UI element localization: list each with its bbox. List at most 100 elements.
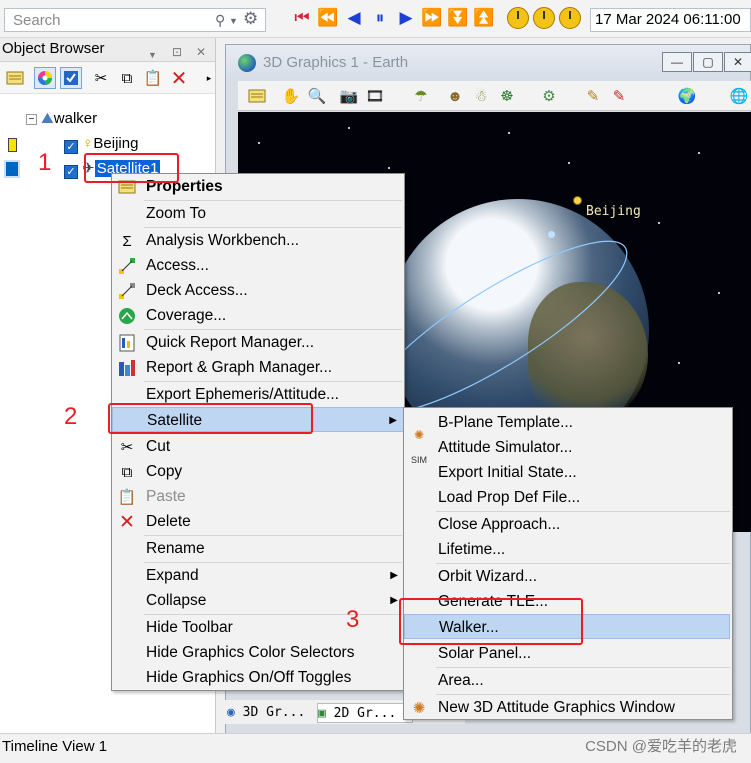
menu-label: Deck Access...: [146, 282, 248, 299]
play-icon[interactable]: ▶: [396, 7, 416, 29]
pan-hand-icon[interactable]: ✋: [280, 85, 302, 107]
menu-item-hide-toolbar[interactable]: Hide Toolbar: [112, 615, 404, 640]
decrease-step-icon[interactable]: ⏬: [447, 7, 468, 29]
increase-step-icon[interactable]: ⏫: [473, 7, 494, 29]
view-from-icon[interactable]: ☂: [410, 85, 432, 107]
annotate-icon[interactable]: ✎: [608, 85, 630, 107]
xrealtime-clock-icon[interactable]: [559, 7, 581, 29]
menu-item-hide-color-selectors[interactable]: Hide Graphics Color Selectors: [112, 640, 404, 665]
current-time-field[interactable]: 17 Mar 2024 06:11:00: [590, 8, 751, 32]
timeline-view-label[interactable]: Timeline View 1: [2, 738, 107, 755]
facility-pin-icon: ♀: [82, 135, 94, 152]
annotation-number-2: 2: [64, 403, 78, 430]
menu-label: Close Approach...: [438, 516, 561, 533]
menu-item-cut[interactable]: ✂ Cut: [112, 434, 404, 459]
toggle-checks-icon[interactable]: [60, 67, 82, 89]
beijing-marker-icon[interactable]: [573, 196, 582, 205]
clock-icon[interactable]: [533, 7, 555, 29]
collapse-icon[interactable]: −: [26, 114, 37, 125]
pin-icon[interactable]: ⊡: [172, 41, 182, 63]
zoom-icon[interactable]: 🔍: [306, 85, 328, 107]
menu-item-expand[interactable]: Expand ▶: [112, 563, 404, 588]
more-tools-icon[interactable]: ▸: [198, 67, 220, 89]
gear-icon[interactable]: ⚙: [243, 9, 258, 29]
search-box[interactable]: ⚲ ▼ ⚙: [4, 8, 266, 32]
menu-item-close-approach[interactable]: Close Approach...: [404, 512, 732, 537]
submenu-arrow-icon: ▶: [390, 595, 398, 606]
scenario-icon: ⛰: [41, 110, 54, 127]
satellite-marker[interactable]: [548, 231, 555, 238]
satellite-color-swatch[interactable]: [4, 160, 20, 178]
menu-item-export-initial-state[interactable]: Export Initial State...: [404, 460, 732, 485]
satellite-visible-checkbox[interactable]: ✓: [64, 165, 78, 179]
menu-item-copy[interactable]: ⧉ Copy: [112, 459, 404, 484]
menu-label: Expand: [146, 567, 199, 584]
properties-icon[interactable]: [246, 85, 268, 107]
step-forward-icon[interactable]: ⏩: [421, 7, 442, 29]
delete-icon[interactable]: ✕: [168, 67, 190, 90]
menu-item-paste[interactable]: 📋 Paste: [112, 484, 404, 509]
color-wheel-icon[interactable]: [34, 67, 56, 89]
pause-icon[interactable]: ⏸: [370, 7, 390, 29]
cut-icon[interactable]: ✂: [90, 67, 112, 89]
menu-label: Lifetime...: [438, 541, 506, 558]
beijing-color-swatch[interactable]: [8, 138, 17, 152]
menu-item-new-3d-attitude-window[interactable]: ✺ New 3D Attitude Graphics Window: [404, 695, 732, 720]
menu-label: Zoom To: [146, 205, 207, 222]
close-window-button[interactable]: ✕: [724, 52, 751, 72]
globe-tab-icon: ◉: [227, 705, 235, 720]
menu-item-coverage[interactable]: Coverage...: [112, 303, 404, 328]
earth-view-icon[interactable]: 🌍: [676, 85, 698, 107]
play-reverse-icon[interactable]: ◀: [344, 7, 364, 29]
snapshot-icon[interactable]: 📷: [338, 85, 360, 107]
sim-icon: ✺ SIM: [410, 428, 427, 465]
globe-manager-icon[interactable]: 🌐: [728, 85, 750, 107]
home-view-icon[interactable]: ☃: [470, 85, 492, 107]
beijing-visible-checkbox[interactable]: ✓: [64, 140, 78, 154]
menu-item-access[interactable]: Access...: [112, 253, 404, 278]
measure-icon[interactable]: ✎: [582, 85, 604, 107]
map-tab-icon: ▣: [318, 706, 326, 721]
menu-label: Rename: [146, 540, 205, 557]
new-object-icon[interactable]: [4, 67, 26, 89]
view-to-icon[interactable]: ☻: [444, 85, 466, 107]
minimize-button[interactable]: —: [662, 52, 692, 72]
settings-icon[interactable]: ⚙: [538, 85, 560, 107]
tab-3d-graphics[interactable]: ◉ 3D Gr...: [227, 703, 315, 723]
search-input[interactable]: [13, 11, 203, 29]
menu-item-orbit-wizard[interactable]: Orbit Wizard...: [404, 564, 732, 589]
menu-item-rename[interactable]: Rename: [112, 536, 404, 561]
tree-root-walker[interactable]: − ⛰walker: [26, 110, 97, 127]
maximize-button[interactable]: ▢: [693, 52, 723, 72]
menu-item-attitude-simulator[interactable]: ✺ SIM Attitude Simulator...: [404, 428, 732, 465]
reset-animation-icon[interactable]: ⏮: [292, 7, 312, 29]
menu-item-quick-report-manager[interactable]: Quick Report Manager...: [112, 330, 404, 355]
menu-item-zoom-to[interactable]: Zoom To: [112, 201, 404, 226]
menu-label: Copy: [146, 463, 183, 480]
step-back-icon[interactable]: ⏪: [317, 7, 338, 29]
menu-item-report-graph-manager[interactable]: Report & Graph Manager...: [112, 355, 404, 380]
paste-icon[interactable]: 📋: [142, 67, 164, 89]
menu-item-load-prop-def[interactable]: Load Prop Def File...: [404, 485, 732, 510]
3d-window-title: 3D Graphics 1 - Earth: [263, 54, 409, 71]
menu-item-collapse[interactable]: Collapse ▶: [112, 588, 404, 613]
menu-item-analysis-workbench[interactable]: Σ Analysis Workbench...: [112, 228, 404, 253]
access-icon: [117, 256, 137, 276]
menu-label: New 3D Attitude Graphics Window: [438, 699, 675, 716]
record-icon[interactable]: 🎞: [364, 85, 386, 107]
menu-item-bplane-template[interactable]: B-Plane Template...: [404, 410, 732, 435]
menu-item-lifetime[interactable]: Lifetime...: [404, 537, 732, 562]
orient-icon[interactable]: ☸: [496, 85, 518, 107]
dropdown-arrow-icon[interactable]: ▼: [229, 16, 238, 26]
realtime-clock-icon[interactable]: [507, 7, 529, 29]
menu-item-area[interactable]: Area...: [404, 668, 732, 693]
copy-icon[interactable]: ⧉: [116, 67, 138, 89]
close-icon[interactable]: ✕: [196, 41, 206, 63]
menu-item-hide-onoff-toggles[interactable]: Hide Graphics On/Off Toggles: [112, 665, 404, 690]
tab-label: 2D Gr...: [333, 706, 397, 721]
menu-item-delete[interactable]: ✕ Delete: [112, 509, 404, 534]
tab-2d-graphics[interactable]: ▣ 2D Gr...: [317, 703, 413, 723]
menu-item-deck-access[interactable]: Deck Access...: [112, 278, 404, 303]
search-icon[interactable]: ⚲: [215, 12, 225, 29]
tree-item-beijing[interactable]: ✓ ♀Beijing: [64, 135, 138, 154]
